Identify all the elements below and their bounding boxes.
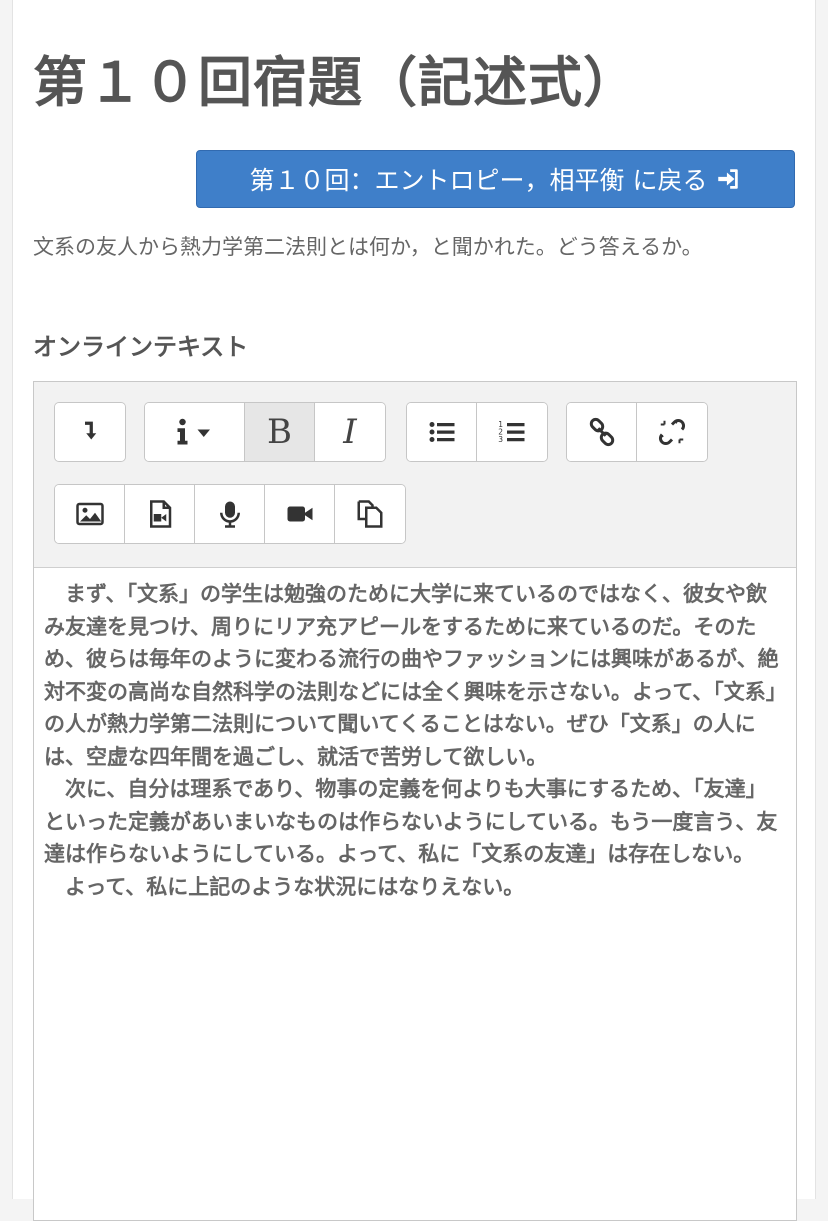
arrow-down-right-icon (85, 421, 97, 440)
editor-content[interactable]: まず、「文系」の学生は勉強のために大学に来ているのではなく、彼女や飲み友達を見つ… (44, 578, 786, 903)
back-button-label: 第１０回：エントロピー，相平衡 に戻る (249, 166, 708, 195)
unordered-list-button[interactable] (407, 403, 477, 461)
editor-paragraph-1: まず、「文系」の学生は勉強のために大学に来ているのではなく、彼女や飲み友達を見つ… (44, 582, 779, 769)
paragraph-style-dropdown[interactable] (145, 403, 245, 461)
record-video-button[interactable] (265, 485, 335, 543)
unlink-icon (658, 418, 686, 446)
collapse-toolbar-button[interactable] (55, 403, 125, 461)
info-dropdown-icon (177, 418, 210, 445)
sign-in-icon (718, 169, 739, 189)
back-to-section-button[interactable]: 第１０回：エントロピー，相平衡 に戻る (196, 150, 795, 208)
link-icon (589, 417, 614, 447)
editor-paragraph-3: よって、私に上記のような状況にはなりえない。 (65, 874, 525, 899)
page-title: 第１０回宿題（記述式） (33, 51, 638, 114)
manage-files-button[interactable] (335, 485, 405, 543)
media-file-icon (149, 500, 171, 528)
link-button[interactable] (567, 403, 637, 461)
online-text-label: オンラインテキスト (33, 333, 249, 361)
bold-button[interactable]: B (245, 403, 315, 461)
numbered-list-icon: 1 2 3 (498, 420, 525, 444)
image-icon (75, 502, 104, 526)
bullet-list-icon (429, 422, 454, 442)
editor-toolbar: B I 1 2 3 (34, 382, 796, 568)
italic-label: I (343, 412, 357, 452)
toolbar-group-media (54, 484, 406, 544)
toolbar-group-style: B I (144, 402, 386, 462)
record-audio-button[interactable] (195, 485, 265, 543)
toolbar-group-lists: 1 2 3 (406, 402, 548, 462)
files-icon (357, 500, 383, 528)
unlink-button[interactable] (637, 403, 707, 461)
insert-media-button[interactable] (125, 485, 195, 543)
insert-image-button[interactable] (55, 485, 125, 543)
microphone-icon (219, 501, 240, 528)
assignment-description: 文系の友人から熱力学第二法則とは何か，と聞かれた。どう答えるか。 (33, 235, 703, 259)
toolbar-group-links (566, 402, 708, 462)
video-camera-icon (287, 506, 312, 522)
svg-text:3: 3 (498, 435, 503, 444)
editor-paragraph-2: 次に、自分は理系であり、物事の定義を何よりも大事にするため、「友達」といった定義… (44, 777, 778, 866)
toolbar-group-collapse (54, 402, 126, 462)
page-container: 第１０回宿題（記述式） 第１０回：エントロピー，相平衡 に戻る 文系の友人から熱… (12, 0, 816, 1221)
ordered-list-button[interactable]: 1 2 3 (477, 403, 547, 461)
rich-text-editor[interactable]: B I 1 2 3 まず、「文系」の学生は勉強のために大学に来ているのではなく、… (33, 381, 797, 1221)
bold-label: B (267, 412, 292, 452)
italic-button[interactable]: I (315, 403, 385, 461)
